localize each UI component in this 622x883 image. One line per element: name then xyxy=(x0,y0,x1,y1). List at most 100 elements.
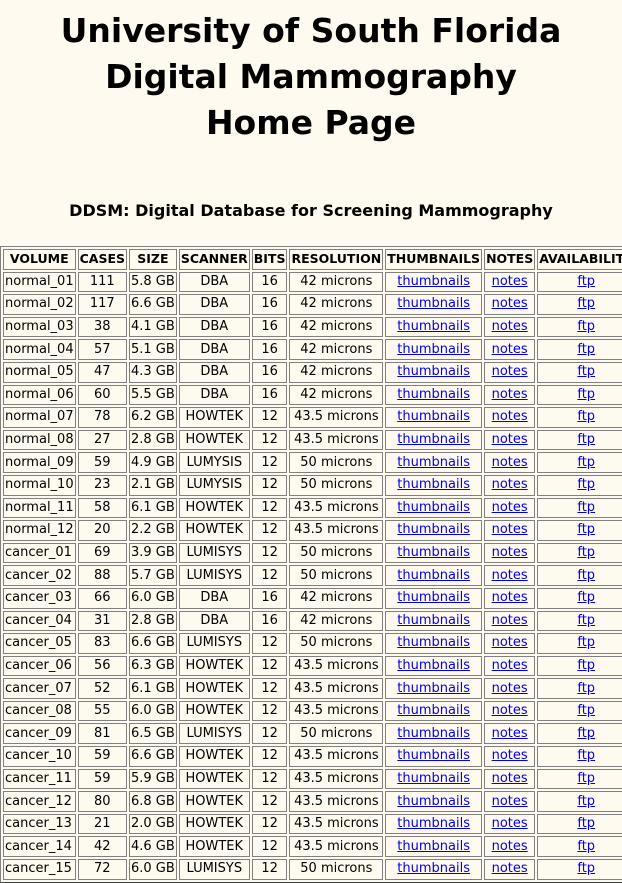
notes-cell: notes xyxy=(484,859,536,880)
notes-cell: notes xyxy=(484,294,536,315)
availability-cell: ftp xyxy=(537,429,622,451)
ftp-link[interactable]: ftp xyxy=(577,364,595,379)
cases-cell: 111 xyxy=(77,271,127,293)
ftp-link[interactable]: ftp xyxy=(577,748,595,763)
notes-link[interactable]: notes xyxy=(492,635,528,650)
notes-link[interactable]: notes xyxy=(492,500,528,515)
ftp-link[interactable]: ftp xyxy=(577,635,595,650)
ftp-link[interactable]: ftp xyxy=(577,861,595,876)
thumbnails-link[interactable]: thumbnails xyxy=(397,658,470,673)
volume-cell: cancer_14 xyxy=(3,836,76,858)
ftp-link[interactable]: ftp xyxy=(577,455,595,470)
thumbnails-link[interactable]: thumbnails xyxy=(397,771,470,786)
notes-link[interactable]: notes xyxy=(492,839,528,854)
ftp-link[interactable]: ftp xyxy=(577,658,595,673)
notes-link[interactable]: notes xyxy=(492,590,528,605)
notes-link[interactable]: notes xyxy=(492,522,528,537)
thumbnails-link[interactable]: thumbnails xyxy=(397,794,470,809)
notes-link[interactable]: notes xyxy=(492,364,528,379)
notes-link[interactable]: notes xyxy=(492,703,528,718)
thumbnails-link[interactable]: thumbnails xyxy=(397,432,470,447)
notes-link[interactable]: notes xyxy=(492,455,528,470)
thumbnails-link[interactable]: thumbnails xyxy=(397,409,470,424)
ftp-link[interactable]: ftp xyxy=(577,319,595,334)
thumbnails-link[interactable]: thumbnails xyxy=(397,455,470,470)
cases-cell: 58 xyxy=(77,497,127,519)
thumbnails-link[interactable]: thumbnails xyxy=(397,545,470,560)
ftp-link[interactable]: ftp xyxy=(577,590,595,605)
notes-link[interactable]: notes xyxy=(492,568,528,583)
thumbnails-cell: thumbnails xyxy=(385,429,483,451)
ftp-link[interactable]: ftp xyxy=(577,839,595,854)
ftp-link[interactable]: ftp xyxy=(577,477,595,492)
availability-cell: ftp xyxy=(537,294,622,315)
notes-link[interactable]: notes xyxy=(492,748,528,763)
thumbnails-cell: thumbnails xyxy=(385,384,483,406)
bits-cell: 12 xyxy=(251,813,288,835)
thumbnails-link[interactable]: thumbnails xyxy=(397,748,470,763)
ftp-link[interactable]: ftp xyxy=(577,568,595,583)
thumbnails-link[interactable]: thumbnails xyxy=(397,319,470,334)
thumbnails-link[interactable]: thumbnails xyxy=(397,568,470,583)
thumbnails-link[interactable]: thumbnails xyxy=(397,364,470,379)
notes-link[interactable]: notes xyxy=(492,274,528,289)
thumbnails-link[interactable]: thumbnails xyxy=(397,590,470,605)
notes-link[interactable]: notes xyxy=(492,613,528,628)
thumbnails-link[interactable]: thumbnails xyxy=(397,635,470,650)
cases-cell: 117 xyxy=(77,294,127,315)
ftp-link[interactable]: ftp xyxy=(577,522,595,537)
thumbnails-link[interactable]: thumbnails xyxy=(397,296,470,311)
resolution-cell: 50 microns xyxy=(289,859,384,880)
ftp-link[interactable]: ftp xyxy=(577,387,595,402)
thumbnails-link[interactable]: thumbnails xyxy=(397,861,470,876)
thumbnails-link[interactable]: thumbnails xyxy=(397,726,470,741)
thumbnails-link[interactable]: thumbnails xyxy=(397,613,470,628)
ftp-link[interactable]: ftp xyxy=(577,274,595,289)
resolution-cell: 42 microns xyxy=(289,361,384,383)
thumbnails-link[interactable]: thumbnails xyxy=(397,274,470,289)
notes-link[interactable]: notes xyxy=(492,545,528,560)
thumbnails-link[interactable]: thumbnails xyxy=(397,703,470,718)
resolution-cell: 43.5 microns xyxy=(289,655,384,677)
thumbnails-link[interactable]: thumbnails xyxy=(397,839,470,854)
ftp-link[interactable]: ftp xyxy=(577,545,595,560)
ftp-link[interactable]: ftp xyxy=(577,500,595,515)
thumbnails-link[interactable]: thumbnails xyxy=(397,500,470,515)
thumbnails-link[interactable]: thumbnails xyxy=(397,342,470,357)
notes-link[interactable]: notes xyxy=(492,296,528,311)
ftp-link[interactable]: ftp xyxy=(577,703,595,718)
ftp-link[interactable]: ftp xyxy=(577,342,595,357)
ftp-link[interactable]: ftp xyxy=(577,794,595,809)
notes-link[interactable]: notes xyxy=(492,658,528,673)
ftp-link[interactable]: ftp xyxy=(577,816,595,831)
availability-cell: ftp xyxy=(537,633,622,654)
scanner-cell: HOWTEK xyxy=(178,520,250,541)
ftp-link[interactable]: ftp xyxy=(577,409,595,424)
notes-link[interactable]: notes xyxy=(492,771,528,786)
notes-link[interactable]: notes xyxy=(492,861,528,876)
notes-link[interactable]: notes xyxy=(492,319,528,334)
ftp-link[interactable]: ftp xyxy=(577,726,595,741)
notes-link[interactable]: notes xyxy=(492,409,528,424)
notes-link[interactable]: notes xyxy=(492,342,528,357)
notes-link[interactable]: notes xyxy=(492,681,528,696)
ftp-link[interactable]: ftp xyxy=(577,771,595,786)
volume-cell: cancer_13 xyxy=(3,813,76,835)
column-header-size: SIZE xyxy=(129,249,177,270)
availability-cell: ftp xyxy=(537,768,622,790)
notes-link[interactable]: notes xyxy=(492,816,528,831)
ftp-link[interactable]: ftp xyxy=(577,432,595,447)
thumbnails-link[interactable]: thumbnails xyxy=(397,681,470,696)
ftp-link[interactable]: ftp xyxy=(577,681,595,696)
notes-link[interactable]: notes xyxy=(492,726,528,741)
thumbnails-link[interactable]: thumbnails xyxy=(397,477,470,492)
thumbnails-link[interactable]: thumbnails xyxy=(397,816,470,831)
notes-link[interactable]: notes xyxy=(492,387,528,402)
ftp-link[interactable]: ftp xyxy=(577,296,595,311)
thumbnails-link[interactable]: thumbnails xyxy=(397,522,470,537)
notes-link[interactable]: notes xyxy=(492,794,528,809)
notes-link[interactable]: notes xyxy=(492,432,528,447)
ftp-link[interactable]: ftp xyxy=(577,613,595,628)
notes-link[interactable]: notes xyxy=(492,477,528,492)
thumbnails-link[interactable]: thumbnails xyxy=(397,387,470,402)
